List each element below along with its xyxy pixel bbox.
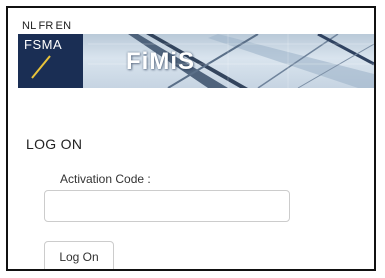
header-banner: FSMA FiMiS — [18, 34, 374, 88]
log-on-button[interactable]: Log On — [44, 241, 114, 269]
language-link-nl[interactable]: NL — [22, 20, 36, 32]
app-name: FiMiS — [126, 48, 195, 75]
logo-text: FSMA — [24, 37, 63, 52]
logo-slash-icon — [31, 55, 51, 79]
language-link-en[interactable]: EN — [56, 20, 72, 32]
fsma-logo: FSMA — [18, 34, 83, 88]
login-title: LOG ON — [26, 136, 83, 152]
page-frame: NL FR EN FSMA FiMiS LOG ON Activation Code… — [6, 6, 376, 271]
language-switcher: NL FR EN — [22, 20, 71, 32]
activation-code-input[interactable] — [44, 190, 290, 222]
language-link-fr[interactable]: FR — [38, 20, 53, 32]
activation-code-label: Activation Code : — [60, 172, 151, 186]
